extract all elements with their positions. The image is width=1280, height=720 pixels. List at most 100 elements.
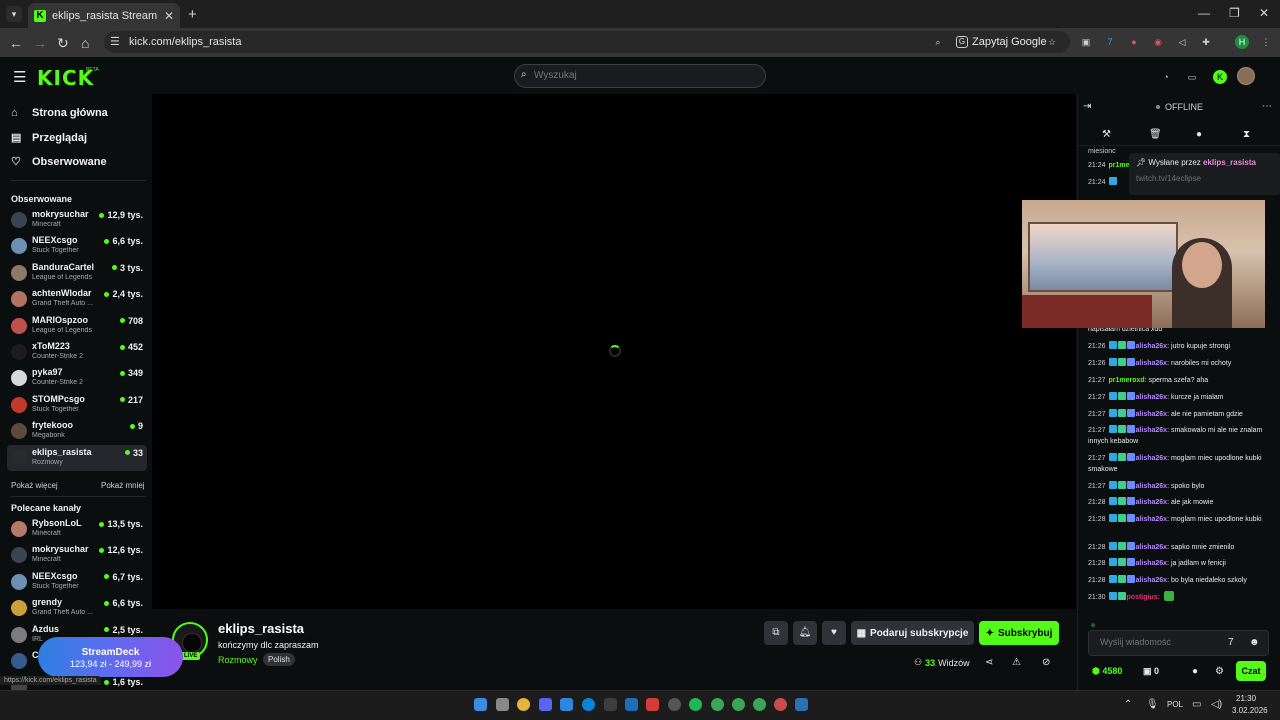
- language-tag[interactable]: Polish: [263, 653, 295, 666]
- chat-message[interactable]: 21:28 alisha26x: moglam miec upodlone kub…: [1088, 514, 1272, 525]
- chat-message[interactable]: 21:27 alisha26x: ale nie pamietam gdzie: [1088, 409, 1272, 420]
- channel-item[interactable]: STOMPcsgo Stuck Together 217: [7, 392, 147, 418]
- network-icon[interactable]: ▭: [1192, 699, 1201, 710]
- follow-heart-button[interactable]: ♥: [822, 621, 846, 645]
- collapse-chat-icon[interactable]: ⇥: [1083, 101, 1091, 112]
- channel-points[interactable]: ▣ 0: [1143, 666, 1159, 677]
- spotify-icon[interactable]: [689, 698, 702, 711]
- bookmark-star-icon[interactable]: ☆: [1045, 35, 1059, 49]
- app-icon[interactable]: [668, 698, 681, 711]
- channel-item[interactable]: mokrysuchar Minecraft 12,9 tys.: [7, 207, 147, 233]
- kick-points-icon[interactable]: K: [1213, 70, 1227, 84]
- chat-input[interactable]: [1100, 637, 1220, 647]
- kick-points[interactable]: ⬢ 4580: [1092, 666, 1122, 677]
- share-icon[interactable]: ⋖: [985, 657, 993, 668]
- channel-item[interactable]: eklips_rasista Rozmowy 33: [7, 444, 147, 471]
- channel-item[interactable]: mokrysuchar Minecraft 12,6 tys.: [7, 542, 147, 568]
- channel-item[interactable]: RybsonLoL Minecraft 13,5 tys.: [7, 516, 147, 542]
- chrome-icon[interactable]: [517, 698, 530, 711]
- search-input[interactable]: [534, 70, 734, 81]
- extension-7tv-icon[interactable]: 7: [1103, 35, 1117, 49]
- show-more-link[interactable]: Pokaż więcej: [11, 481, 58, 490]
- maximize-icon[interactable]: ❐: [1229, 6, 1240, 20]
- show-less-link[interactable]: Pokaż mniej: [101, 481, 145, 490]
- forward-icon[interactable]: →: [33, 35, 47, 51]
- clock-date[interactable]: 3.02.2026: [1232, 706, 1268, 715]
- back-icon[interactable]: ←: [9, 35, 23, 51]
- tray-chevron-icon[interactable]: ⌃: [1124, 699, 1132, 710]
- reload-icon[interactable]: ↻: [57, 35, 69, 52]
- message-username[interactable]: alisha26x: [1136, 499, 1168, 506]
- message-username[interactable]: alisha26x: [1136, 560, 1168, 567]
- microphone-icon[interactable]: 🎙︎: [1146, 699, 1159, 710]
- minimize-icon[interactable]: —: [1198, 6, 1210, 20]
- user-avatar[interactable]: [1237, 67, 1255, 85]
- emoji-icon[interactable]: ☻: [1249, 637, 1260, 648]
- chat-message[interactable]: 21:27 alisha26x: spoko bylo: [1088, 481, 1272, 492]
- chat-message[interactable]: 21:27 alisha26x: smakowalo mi ale nie zna…: [1088, 425, 1272, 447]
- trash-icon[interactable]: 🗑︎: [1149, 129, 1162, 140]
- nav-following[interactable]: ♡ Obserwowane: [11, 155, 107, 169]
- channel-item[interactable]: NEEXcsgo Stuck Together 6,6 tys.: [7, 233, 147, 259]
- 7tv-emote-icon[interactable]: 7: [1228, 637, 1234, 648]
- message-username[interactable]: alisha26x: [1136, 343, 1168, 350]
- app-icon[interactable]: [560, 698, 573, 711]
- extensions-puzzle-icon[interactable]: ✚: [1199, 35, 1213, 49]
- channel-item[interactable]: BanduraCartel League of Legends 3 tys.: [7, 260, 147, 286]
- category-link[interactable]: Rozmowy: [218, 655, 258, 665]
- chat-message[interactable]: 21:28 alisha26x: bo byla niedaleko szkoly: [1088, 575, 1272, 586]
- chrome-icon[interactable]: [753, 698, 766, 711]
- mini-player-button[interactable]: ⧉: [764, 621, 788, 645]
- zoom-icon[interactable]: ⌕: [931, 35, 945, 49]
- chat-message[interactable]: 21:30 postigius:: [1088, 591, 1272, 603]
- new-tab-button[interactable]: +: [188, 6, 197, 23]
- volume-icon[interactable]: ◁): [1211, 699, 1222, 710]
- message-username[interactable]: postigius:: [1127, 594, 1160, 601]
- chat-message[interactable]: 21:28 alisha26x: ja jadlam w fenicji: [1088, 558, 1272, 569]
- send-chat-button[interactable]: Czat: [1236, 661, 1266, 681]
- ban-hammer-icon[interactable]: ⚒: [1102, 129, 1111, 140]
- chat-message[interactable]: 21:27 alisha26x: kurcze ja mialam: [1088, 392, 1272, 403]
- theatre-mode-icon[interactable]: ⊘: [1042, 657, 1050, 668]
- start-icon[interactable]: [474, 698, 487, 711]
- steam-icon[interactable]: [795, 698, 808, 711]
- extension-icon[interactable]: ▣: [1079, 35, 1093, 49]
- app-icon[interactable]: [582, 698, 595, 711]
- site-info-icon[interactable]: ☰: [110, 35, 120, 48]
- message-username[interactable]: alisha26x: [1136, 544, 1168, 551]
- subscribe-button[interactable]: ✦ Subskrybuj: [979, 621, 1059, 645]
- message-username[interactable]: alisha26x: [1136, 411, 1168, 418]
- channel-item[interactable]: achtenWlodar Grand Theft Auto ... 2,4 tys.: [7, 286, 147, 312]
- chat-rules-icon[interactable]: ●: [1192, 666, 1198, 677]
- profile-avatar[interactable]: H: [1235, 35, 1249, 49]
- clips-icon[interactable]: ◔: [1159, 70, 1173, 84]
- report-icon[interactable]: ⚠: [1012, 657, 1021, 668]
- inbox-icon[interactable]: ▭: [1185, 70, 1199, 84]
- address-bar[interactable]: [104, 31, 1070, 53]
- tab-list-button[interactable]: ▾: [6, 6, 22, 22]
- mute-icon[interactable]: ◁: [1175, 35, 1189, 49]
- streamdeck-promo[interactable]: StreamDeck 123,94 zł - 249,99 zł: [38, 637, 183, 677]
- chat-message[interactable]: 21:27 alisha26x: moglam miec upodlone kub…: [1088, 453, 1272, 475]
- discord-icon[interactable]: [539, 698, 552, 711]
- message-username[interactable]: alisha26x: [1136, 577, 1168, 584]
- extension-icon[interactable]: ●: [1127, 35, 1141, 49]
- url-text[interactable]: kick.com/eklips_rasista: [129, 36, 241, 48]
- extension-icon[interactable]: ◉: [1151, 35, 1165, 49]
- message-username[interactable]: alisha26x: [1136, 394, 1168, 401]
- gift-sub-button[interactable]: ▦ Podaruj subskrypcje: [851, 621, 974, 645]
- message-username[interactable]: alisha26x: [1136, 455, 1168, 462]
- channel-item[interactable]: xToM223 Counter-Strike 2 452: [7, 339, 147, 365]
- language-indicator[interactable]: POL: [1167, 700, 1183, 709]
- app-icon[interactable]: [604, 698, 617, 711]
- channel-item[interactable]: NEEXcsgo Stuck Together 6,7 tys.: [7, 569, 147, 595]
- chat-gear-icon[interactable]: ⚙: [1215, 666, 1224, 677]
- chat-message[interactable]: 21:27 pr1meroxd: sperma szefa? aha: [1088, 375, 1272, 386]
- hourglass-icon[interactable]: ⧗: [1243, 129, 1250, 140]
- message-username[interactable]: alisha26x: [1136, 427, 1168, 434]
- chrome-icon[interactable]: [732, 698, 745, 711]
- message-username[interactable]: alisha26x: [1136, 360, 1168, 367]
- chat-message[interactable]: 21:28 alisha26x: ale jak mowie: [1088, 497, 1272, 508]
- message-username[interactable]: alisha26x: [1136, 483, 1168, 490]
- message-username[interactable]: alisha26x: [1136, 516, 1168, 523]
